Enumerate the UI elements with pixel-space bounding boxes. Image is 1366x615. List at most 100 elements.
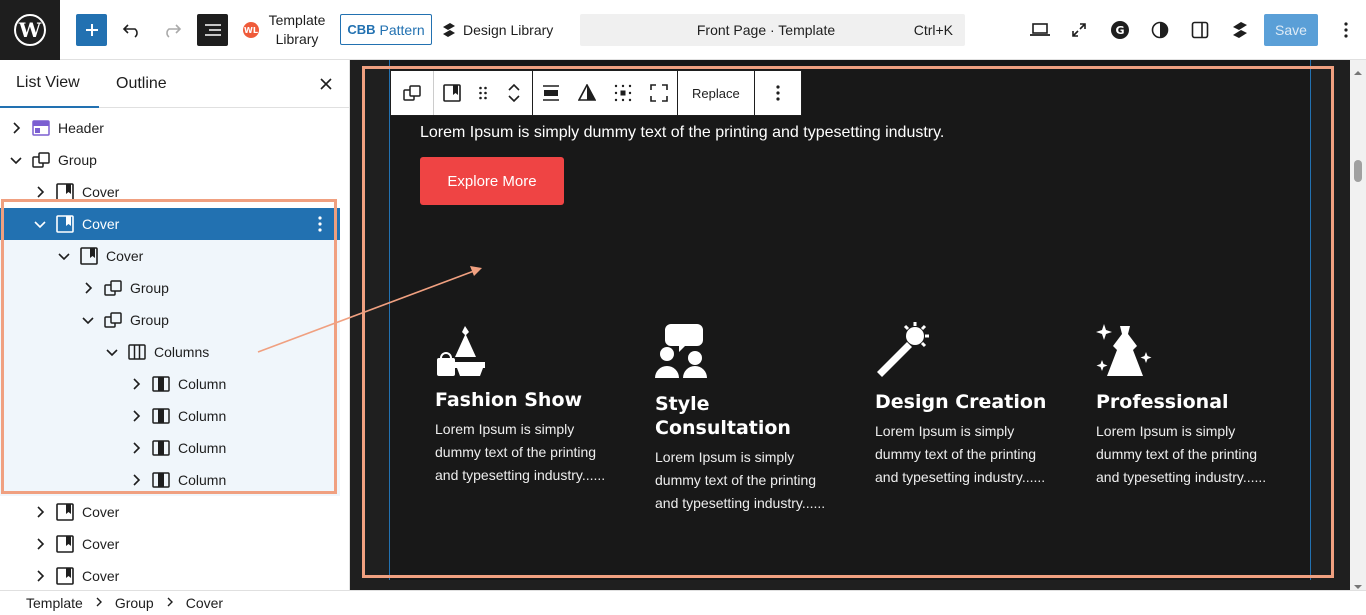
expand-icon	[1071, 22, 1087, 38]
fullscreen-button[interactable]	[1063, 14, 1095, 46]
chevron-down-icon[interactable]	[56, 248, 72, 264]
replace-media-button[interactable]: Replace	[678, 71, 754, 115]
feature-column[interactable]: Fashion Show Lorem Ipsum is simply dummy …	[435, 322, 615, 487]
breadcrumb-item[interactable]: Template	[26, 595, 83, 611]
document-overview-button[interactable]	[197, 14, 228, 46]
stackable-settings-button[interactable]	[1224, 14, 1256, 46]
chevron-down-icon[interactable]	[80, 312, 96, 328]
feature-column[interactable]: Design Creation Lorem Ipsum is simply dum…	[875, 322, 1055, 489]
move-up-down-button[interactable]	[496, 71, 532, 115]
chevron-right-icon	[166, 596, 174, 610]
grammarly-button[interactable]: G	[1104, 14, 1136, 46]
chevron-right-icon[interactable]	[32, 568, 48, 584]
wordpress-logo-button[interactable]: W	[0, 0, 60, 60]
explore-more-button[interactable]: Explore More	[420, 157, 564, 205]
list-view-item-cover[interactable]: Cover	[0, 560, 340, 592]
tab-list-view[interactable]: List View	[0, 60, 99, 108]
canvas-scrollbar[interactable]	[1350, 60, 1366, 590]
chevron-right-icon[interactable]	[128, 376, 144, 392]
chevron-right-icon[interactable]	[8, 120, 24, 136]
sidebar-tabs: List View Outline	[0, 60, 350, 108]
styles-button[interactable]	[1144, 14, 1176, 46]
feature-column[interactable]: Professional Lorem Ipsum is simply dummy …	[1096, 322, 1276, 489]
design-library-label: Design Library	[463, 21, 554, 38]
scroll-thumb[interactable]	[1354, 160, 1362, 182]
list-view-item-column[interactable]: Column	[0, 432, 340, 464]
cbb-pattern-button[interactable]: CBB Pattern	[340, 14, 432, 45]
list-view-item-group[interactable]: Group	[0, 272, 340, 304]
feature-column[interactable]: Style Consultation Lorem Ipsum is simply …	[655, 322, 835, 515]
full-height-button[interactable]	[641, 71, 677, 115]
chevron-right-icon[interactable]	[32, 536, 48, 552]
preview-device-button[interactable]	[1024, 14, 1056, 46]
list-view-item-group[interactable]: Group	[0, 144, 340, 176]
template-library-label: Template Library	[268, 12, 326, 47]
column-icon	[152, 471, 170, 489]
tab-outline[interactable]: Outline	[116, 60, 167, 108]
redo-button[interactable]	[158, 14, 186, 46]
list-view-item-cover[interactable]: Cover	[0, 528, 340, 560]
list-view-item-column[interactable]: Column	[0, 400, 340, 432]
list-view-item-group[interactable]: Group	[0, 304, 340, 336]
template-library-button[interactable]: WL Template Library	[242, 10, 328, 50]
drag-handle[interactable]	[470, 71, 496, 115]
chevron-down-icon[interactable]	[8, 152, 24, 168]
chevron-right-icon[interactable]	[128, 472, 144, 488]
settings-sidebar-button[interactable]	[1184, 14, 1216, 46]
wordpress-logo-icon: W	[13, 13, 47, 47]
list-view-item-columns[interactable]: Columns	[0, 336, 340, 368]
list-view-item-label: Group	[58, 152, 97, 168]
gear-g-icon: G	[1109, 19, 1131, 41]
scroll-up-icon[interactable]	[1354, 64, 1362, 75]
redo-icon	[162, 22, 182, 38]
list-view-item-column[interactable]: Column	[0, 368, 340, 400]
align-button[interactable]	[533, 71, 569, 115]
pattern-label: Pattern	[379, 21, 425, 38]
list-view-item-cover[interactable]: Cover	[0, 240, 340, 272]
cover-icon	[56, 183, 74, 201]
feature-description: Lorem Ipsum is simply dummy text of the …	[1096, 423, 1267, 485]
list-view-item-cover[interactable]: Cover	[0, 496, 340, 528]
more-vertical-icon[interactable]	[312, 216, 328, 232]
cover-icon	[80, 247, 98, 265]
block-options-button[interactable]	[755, 71, 801, 115]
duotone-button[interactable]	[569, 71, 605, 115]
drag-handle-icon	[479, 86, 487, 100]
breadcrumb-item[interactable]: Group	[115, 595, 154, 611]
chevron-right-icon[interactable]	[80, 280, 96, 296]
design-library-button[interactable]: Design Library	[441, 14, 553, 45]
options-button[interactable]	[1330, 14, 1362, 46]
chevron-right-icon	[95, 596, 103, 610]
chevron-right-icon[interactable]	[128, 440, 144, 456]
chevron-right-icon[interactable]	[32, 504, 48, 520]
undo-button[interactable]	[118, 14, 146, 46]
chevron-right-icon[interactable]	[32, 184, 48, 200]
block-type-button[interactable]	[434, 71, 470, 115]
filter-triangle-icon	[578, 84, 596, 102]
list-view-item-cover[interactable]: Cover	[0, 208, 340, 240]
scroll-down-icon[interactable]	[1354, 578, 1362, 589]
feature-description: Lorem Ipsum is simply dummy text of the …	[875, 423, 1046, 485]
list-view-item-header[interactable]: Header	[0, 112, 340, 144]
content-position-button[interactable]	[605, 71, 641, 115]
select-parent-button[interactable]	[391, 71, 433, 115]
list-view-item-label: Cover	[82, 536, 120, 552]
list-view-item-cover[interactable]: Cover	[0, 176, 340, 208]
close-sidebar-button[interactable]	[314, 72, 338, 96]
column-icon	[152, 407, 170, 425]
list-view-item-label: Column	[178, 440, 227, 456]
list-view-item-label: Column	[178, 376, 227, 392]
chevron-down-icon[interactable]	[32, 216, 48, 232]
add-block-button[interactable]	[76, 14, 107, 46]
position-grid-icon	[614, 84, 632, 102]
list-view-item-column[interactable]: Column	[0, 464, 340, 496]
chevron-right-icon[interactable]	[128, 408, 144, 424]
save-button[interactable]: Save	[1264, 14, 1318, 46]
list-view-item-label: Cover	[106, 248, 144, 264]
keyboard-shortcut: Ctrl+K	[913, 22, 953, 38]
chevron-down-icon[interactable]	[104, 344, 120, 360]
hero-paragraph[interactable]: Lorem Ipsum is simply dummy text of the …	[420, 124, 944, 142]
breadcrumb-item[interactable]: Cover	[186, 595, 223, 611]
command-palette-bar[interactable]: Front Page · Template Ctrl+K	[580, 14, 965, 46]
list-view-item-label: Columns	[154, 344, 210, 360]
